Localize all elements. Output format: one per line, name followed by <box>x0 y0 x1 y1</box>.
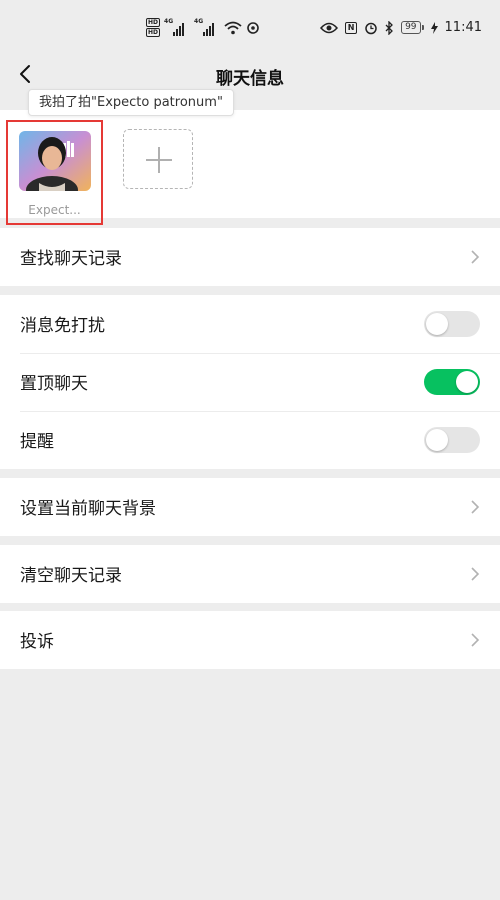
settings-group-report: 投诉 <box>0 611 500 669</box>
eye-icon <box>320 22 339 33</box>
clear-history-row[interactable]: 清空聊天记录 <box>0 545 500 603</box>
pin-toggle[interactable] <box>424 369 480 395</box>
search-history-label: 查找聊天记录 <box>20 249 122 269</box>
alarm-icon <box>365 22 377 34</box>
wifi-icon <box>224 21 242 34</box>
hd-badge: HD <box>146 28 161 37</box>
charging-icon <box>430 21 438 34</box>
pat-tooltip: 我拍了拍"Expecto patronum" <box>28 89 234 116</box>
battery-level: 99 <box>401 21 421 34</box>
cellular-signal-icon: 4G <box>194 18 220 36</box>
remind-label: 提醒 <box>20 432 54 452</box>
mute-label: 消息免打扰 <box>20 316 105 336</box>
report-row[interactable]: 投诉 <box>0 611 500 669</box>
member-name: Expect... <box>28 203 81 217</box>
page-title: 聊天信息 <box>216 69 284 89</box>
signal-indicators: HD HD 4G 4G <box>146 18 260 37</box>
chat-background-row[interactable]: 设置当前聊天背景 <box>0 478 500 536</box>
status-bar: HD HD 4G 4G N 99 11:41 <box>0 0 500 52</box>
report-label: 投诉 <box>20 632 54 652</box>
chevron-right-icon <box>471 250 480 264</box>
add-member-button[interactable] <box>123 129 193 189</box>
remind-row: 提醒 <box>0 411 500 469</box>
mute-toggle[interactable] <box>424 311 480 337</box>
search-history-row[interactable]: 查找聊天记录 <box>0 228 500 286</box>
settings-group-toggles: 消息免打扰 置顶聊天 提醒 <box>0 295 500 469</box>
battery-icon: 99 <box>401 21 424 34</box>
plus-icon <box>146 147 172 173</box>
member-item[interactable]: Expect... <box>6 120 103 225</box>
chat-background-label: 设置当前聊天背景 <box>20 499 156 519</box>
clear-history-label: 清空聊天记录 <box>20 566 122 586</box>
pin-row: 置顶聊天 <box>0 353 500 411</box>
chevron-right-icon <box>471 567 480 581</box>
members-panel: Expect... <box>0 110 500 225</box>
pin-label: 置顶聊天 <box>20 374 88 394</box>
avatar[interactable] <box>19 131 91 191</box>
hotspot-icon <box>247 21 259 34</box>
hd-badge: HD <box>146 18 161 27</box>
mute-row: 消息免打扰 <box>0 295 500 353</box>
settings-group-search: 查找聊天记录 <box>0 228 500 286</box>
settings-group-clear: 清空聊天记录 <box>0 545 500 603</box>
chevron-right-icon <box>471 500 480 514</box>
bluetooth-icon <box>385 20 393 35</box>
clock: 11:41 <box>444 20 482 35</box>
remind-toggle[interactable] <box>424 427 480 453</box>
settings-group-background: 设置当前聊天背景 <box>0 478 500 536</box>
cellular-signal-icon: 4G <box>164 18 190 36</box>
chevron-right-icon <box>471 633 480 647</box>
nfc-icon: N <box>345 21 358 34</box>
system-indicators: N 99 11:41 <box>320 20 482 35</box>
